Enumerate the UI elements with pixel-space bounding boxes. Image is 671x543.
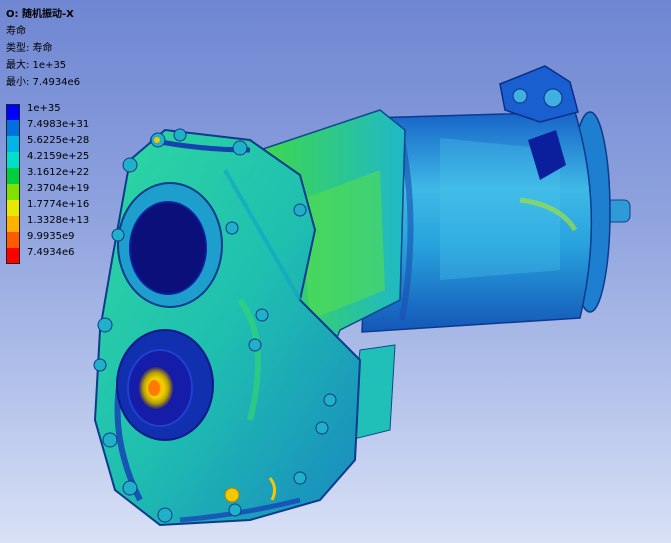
gearbox-motor-model[interactable] — [0, 0, 671, 543]
result-type: 类型: 寿命 — [6, 43, 53, 54]
legend-label: 4.2159e+25 — [27, 151, 90, 162]
result-quantity: 寿命 — [6, 26, 26, 37]
legend-label: 5.6225e+28 — [27, 135, 90, 146]
legend-label: 7.4983e+31 — [27, 119, 90, 130]
legend-swatch — [6, 168, 20, 184]
legend-label: 2.3704e+19 — [27, 183, 90, 194]
legend-swatch — [6, 152, 20, 168]
legend-label: 1e+35 — [27, 103, 61, 114]
upper-bore — [117, 182, 223, 308]
legend-label: 1.7774e+16 — [27, 199, 90, 210]
legend-swatch — [6, 216, 20, 232]
result-info: O: 随机振动-X 寿命 类型: 寿命 最大: 1e+35 最小: 7.4934… — [6, 6, 80, 91]
result-title: O: 随机振动-X — [6, 9, 74, 20]
legend-swatch — [6, 104, 20, 120]
legend-label: 7.4934e6 — [27, 247, 75, 258]
hotspot — [224, 487, 240, 503]
legend-swatch — [6, 248, 20, 264]
legend-label: 1.3328e+13 — [27, 215, 90, 226]
result-min: 最小: 7.4934e6 — [6, 77, 81, 88]
result-max: 最大: 1e+35 — [6, 60, 67, 71]
graphics-viewport[interactable]: O: 随机振动-X 寿命 类型: 寿命 最大: 1e+35 最小: 7.4934… — [0, 0, 671, 543]
legend-label: 9.9935e9 — [27, 231, 75, 242]
legend-swatch — [6, 120, 20, 136]
legend-swatch — [6, 232, 20, 248]
legend-swatch — [6, 136, 20, 152]
legend-swatch — [6, 184, 20, 200]
legend-label: 3.1612e+22 — [27, 167, 90, 178]
output-bearing — [116, 329, 214, 441]
legend-swatch — [6, 200, 20, 216]
